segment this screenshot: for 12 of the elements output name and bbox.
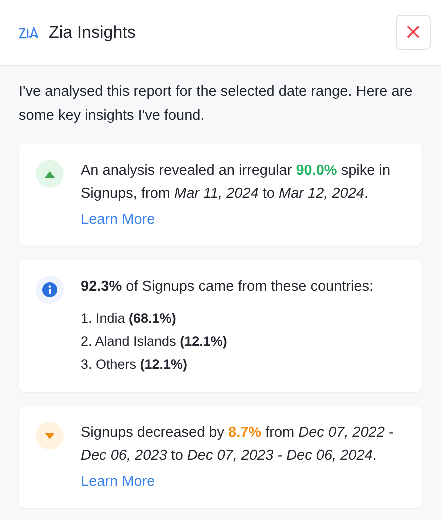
insight-text: An analysis revealed an irregular 90.0% spike in Signups, from Mar 11, 2024 to Mar 12, 2024.	[81, 162, 392, 204]
learn-more-link[interactable]: Learn More	[81, 472, 156, 492]
intro-text: I've analysed this report for the selected date range. Here are some key insights I've found.	[19, 83, 414, 126]
info-icon	[36, 276, 64, 304]
close-button[interactable]: ×	[396, 15, 431, 50]
country-item: 2. Aland Islands (12.1%)	[81, 333, 228, 351]
insight-text: Signups decreased by 8.7% from Dec 07, 2022 - Dec 06, 2023 to Dec 07, 2023 - Dec 06, 2024.	[81, 424, 395, 466]
country-item: 3. Others (12.1%)	[81, 356, 189, 374]
insight-text: 92.3% of Signups came from these countries:	[81, 278, 374, 297]
panel-title: Zia Insights	[49, 22, 137, 42]
country-item: 1. India (68.1%)	[81, 310, 178, 328]
learn-more-link[interactable]: Learn More	[81, 210, 156, 230]
